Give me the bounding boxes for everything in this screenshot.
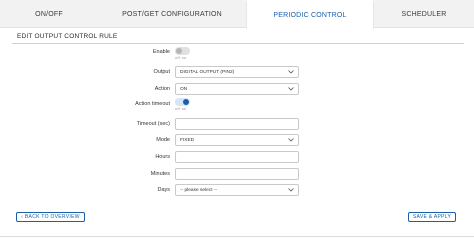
save-apply-button[interactable]: SAVE & APPLY: [408, 212, 456, 222]
footer-divider: [0, 236, 474, 237]
section-divider: [12, 43, 464, 44]
chevron-down-icon: [288, 188, 294, 192]
tab-on-off[interactable]: ON/OFF: [0, 0, 98, 28]
hours-input[interactable]: [175, 151, 299, 163]
mode-select[interactable]: FIXED: [175, 134, 299, 146]
action-select-value: ON: [180, 86, 188, 92]
mode-label: Mode: [156, 137, 170, 143]
section-title: EDIT OUTPUT CONTROL RULE: [17, 33, 118, 40]
tab-periodic-control[interactable]: PERIODIC CONTROL: [246, 0, 374, 29]
minutes-label: Minutes: [150, 171, 170, 177]
output-select-value: DIGITAL OUTPUT (PIN2): [180, 69, 235, 75]
tab-post-get-configuration[interactable]: POST/GET CONFIGURATION: [98, 0, 246, 28]
timeout-input[interactable]: [175, 118, 299, 130]
chevron-down-icon: [288, 138, 294, 142]
days-label: Days: [157, 187, 170, 193]
enable-label: Enable: [152, 49, 170, 55]
toggle-knob: [176, 48, 182, 54]
tab-scheduler[interactable]: SCHEDULER: [374, 0, 474, 28]
back-to-overview-button[interactable]: ‹ BACK TO OVERVIEW: [16, 212, 85, 222]
tab-bar: ON/OFF POST/GET CONFIGURATION PERIODIC C…: [0, 0, 474, 29]
enable-toggle-caption: off on: [175, 56, 187, 60]
action-label: Action: [154, 86, 170, 92]
chevron-down-icon: [288, 70, 294, 74]
mode-select-value: FIXED: [180, 137, 195, 143]
enable-toggle[interactable]: [175, 47, 190, 55]
timeout-label: Timeout (sec): [136, 121, 170, 127]
toggle-knob: [183, 99, 189, 105]
action-timeout-label: Action timeout: [135, 101, 170, 107]
output-select[interactable]: DIGITAL OUTPUT (PIN2): [175, 66, 299, 78]
output-label: Output: [153, 69, 170, 75]
minutes-input[interactable]: [175, 168, 299, 180]
chevron-down-icon: [288, 87, 294, 91]
days-select[interactable]: -- please select --: [175, 184, 299, 196]
action-timeout-toggle[interactable]: [175, 98, 190, 106]
days-select-value: -- please select --: [180, 187, 218, 193]
action-select[interactable]: ON: [175, 83, 299, 95]
hours-label: Hours: [155, 154, 170, 160]
action-timeout-toggle-caption: off on: [175, 107, 187, 111]
